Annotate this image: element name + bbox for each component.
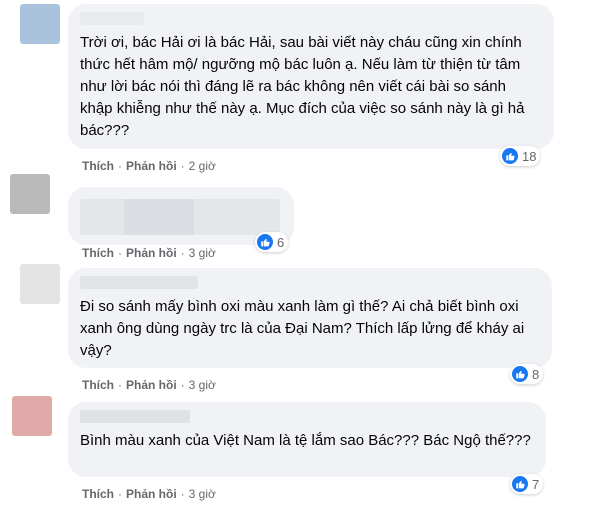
reaction-count: 18: [522, 148, 537, 164]
author-name-redacted[interactable]: [80, 410, 190, 423]
like-reaction-icon: [512, 366, 528, 382]
like-button[interactable]: Thích: [82, 378, 114, 392]
timestamp[interactable]: 3 giờ: [189, 378, 216, 392]
avatar[interactable]: [20, 4, 60, 44]
comment-actions: Thích · Phản hồi · 3 giờ: [82, 487, 216, 501]
comment-actions: Thích · Phản hồi · 3 giờ: [82, 246, 216, 260]
comment-text: Bình màu xanh của Việt Nam là tệ lắm sao…: [80, 432, 531, 449]
comment-text: Đi so sánh mấy bình oxi màu xanh làm gì …: [80, 298, 525, 359]
comment-bubble: Trời ơi, bác Hải ơi là bác Hải, sau bài …: [68, 4, 554, 149]
redacted-content: [124, 199, 194, 235]
comment-actions: Thích · Phản hồi · 2 giờ: [82, 159, 216, 173]
author-name-redacted[interactable]: [80, 12, 144, 25]
reply-button[interactable]: Phản hồi: [126, 378, 177, 392]
avatar[interactable]: [12, 396, 52, 436]
avatar[interactable]: [20, 264, 60, 304]
like-button[interactable]: Thích: [82, 159, 114, 173]
reaction-summary[interactable]: 18: [500, 146, 541, 166]
reaction-count: 6: [277, 234, 285, 250]
reaction-summary[interactable]: 6: [255, 232, 289, 252]
like-reaction-icon: [257, 234, 273, 250]
comment-text: Trời ơi, bác Hải ơi là bác Hải, sau bài …: [80, 34, 525, 139]
timestamp[interactable]: 3 giờ: [189, 487, 216, 501]
reaction-summary[interactable]: 8: [510, 364, 544, 384]
reaction-summary[interactable]: 7: [510, 474, 544, 494]
author-name-redacted[interactable]: [80, 276, 198, 289]
like-button[interactable]: Thích: [82, 487, 114, 501]
like-reaction-icon: [512, 476, 528, 492]
like-reaction-icon: [502, 148, 518, 164]
comment-bubble: Bình màu xanh của Việt Nam là tệ lắm sao…: [68, 402, 546, 477]
avatar[interactable]: [10, 174, 50, 214]
comment-bubble: Đi so sánh mấy bình oxi màu xanh làm gì …: [68, 268, 552, 368]
comment-actions: Thích · Phản hồi · 3 giờ: [82, 378, 216, 392]
reply-button[interactable]: Phản hồi: [126, 487, 177, 501]
reply-button[interactable]: Phản hồi: [126, 159, 177, 173]
timestamp[interactable]: 3 giờ: [189, 246, 216, 260]
reply-button[interactable]: Phản hồi: [126, 246, 177, 260]
reaction-count: 8: [532, 366, 540, 382]
like-button[interactable]: Thích: [82, 246, 114, 260]
timestamp[interactable]: 2 giờ: [189, 159, 216, 173]
reaction-count: 7: [532, 476, 540, 492]
